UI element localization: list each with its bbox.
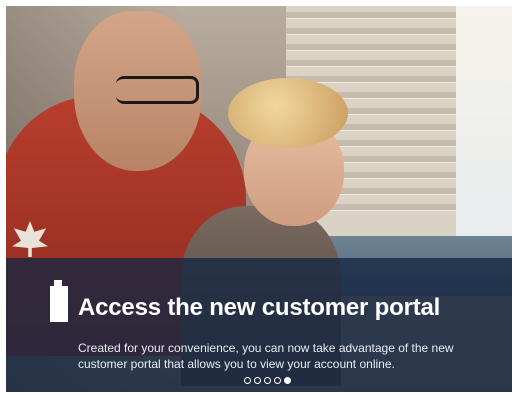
slide-pagination [244, 377, 291, 384]
pagination-dot-5[interactable] [284, 377, 291, 384]
caption-overlay: Access the new customer portal Created f… [6, 258, 512, 392]
slide-description: Created for your convenience, you can no… [78, 341, 454, 371]
phone-icon [50, 280, 68, 322]
hero-slider: Access the new customer portal Created f… [6, 6, 512, 392]
slide-headline: Access the new customer portal [78, 294, 441, 321]
pagination-dot-3[interactable] [264, 377, 271, 384]
child-hair [228, 78, 348, 148]
pagination-dot-2[interactable] [254, 377, 261, 384]
pagination-dot-4[interactable] [274, 377, 281, 384]
window-light [456, 6, 512, 256]
glasses [116, 76, 199, 104]
pagination-dot-1[interactable] [244, 377, 251, 384]
